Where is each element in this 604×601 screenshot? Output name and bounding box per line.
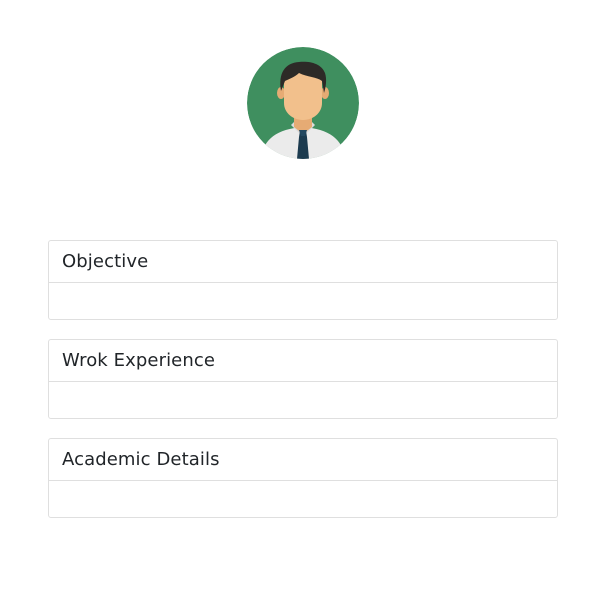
objective-title: Objective [49,241,557,283]
work-experience-card: Wrok Experience [48,339,558,419]
objective-card: Objective [48,240,558,320]
objective-content [49,283,557,319]
academic-details-title: Academic Details [49,439,557,481]
person-avatar-icon [247,47,359,159]
academic-details-card: Academic Details [48,438,558,518]
profile-avatar [247,47,359,159]
work-experience-title: Wrok Experience [49,340,557,382]
work-experience-content [49,382,557,418]
academic-details-content [49,481,557,517]
